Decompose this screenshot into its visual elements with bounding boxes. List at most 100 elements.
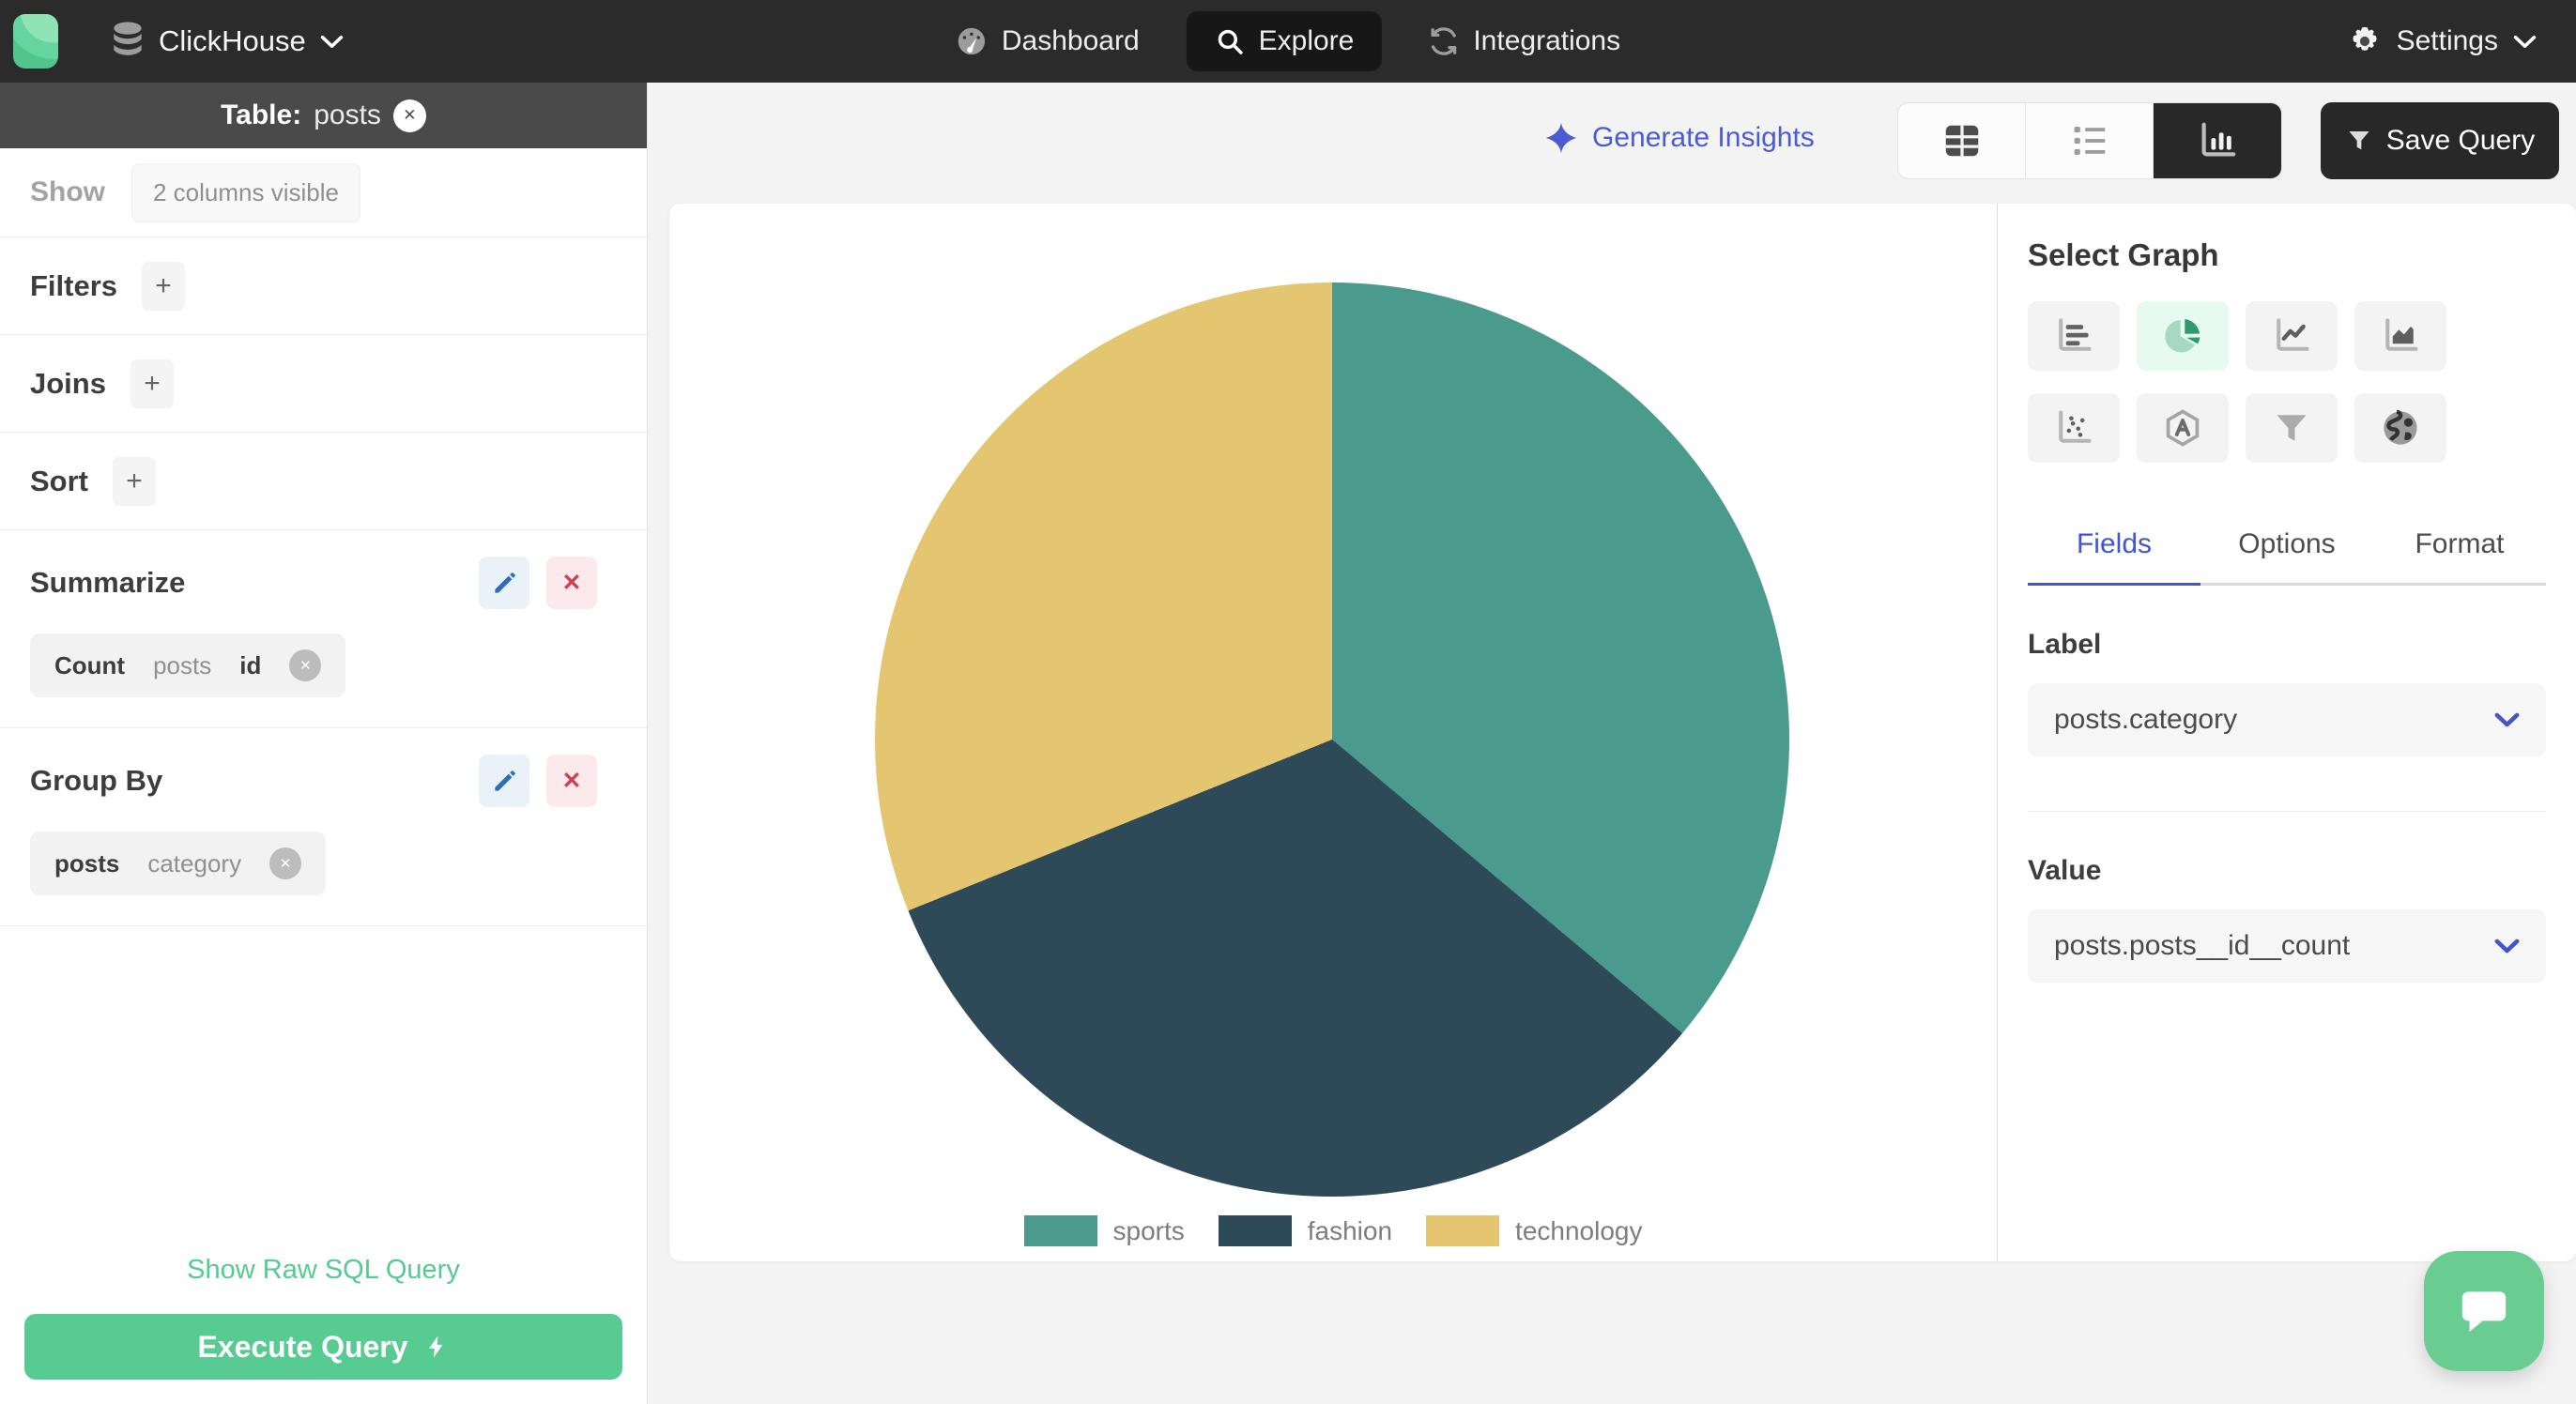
show-label: Show — [30, 176, 105, 207]
top-navbar: ClickHouse Dashboard Explore Integrations … — [0, 0, 2576, 83]
close-table-icon[interactable] — [392, 99, 426, 132]
sparkle-icon — [1544, 121, 1578, 155]
group-by-section: Group By posts category — [0, 728, 647, 926]
remove-summarize-chip-icon[interactable] — [289, 649, 322, 681]
tab-fields[interactable]: Fields — [2028, 528, 2200, 586]
app-logo[interactable] — [13, 14, 58, 69]
summarize-label: Summarize — [30, 566, 186, 599]
label-field-dropdown[interactable]: posts.category — [2028, 683, 2546, 756]
table-view-icon — [1940, 119, 1984, 162]
value-field-value: posts.posts__id__count — [2054, 930, 2351, 961]
table-name: posts — [314, 99, 381, 130]
graph-type-line-button[interactable] — [2246, 301, 2338, 371]
database-icon — [111, 21, 145, 62]
table-header: Table: posts — [0, 83, 647, 148]
chevron-down-icon — [2494, 712, 2520, 727]
chevron-down-icon — [2494, 939, 2520, 954]
select-graph-title: Select Graph — [2028, 237, 2219, 272]
view-toggle-list[interactable] — [2026, 103, 2154, 178]
view-toggle-chart[interactable] — [2154, 103, 2281, 178]
label-field-heading: Label — [2028, 629, 2102, 660]
group-by-chip: posts category — [30, 832, 327, 895]
legend-item-technology: technology — [1426, 1215, 1642, 1246]
summarize-field: id — [239, 650, 262, 679]
legend-label: fashion — [1307, 1215, 1393, 1245]
graph-type-funnel-button[interactable] — [2246, 393, 2338, 463]
geo-chart-icon — [2380, 407, 2421, 449]
main-nav: Dashboard Explore Integrations — [950, 0, 1626, 83]
graph-type-bar-button[interactable] — [2028, 301, 2120, 371]
nav-item-label: Dashboard — [1001, 25, 1140, 56]
graph-type-scatter-button[interactable] — [2028, 393, 2120, 463]
bar-chart-icon — [2053, 315, 2094, 357]
settings-label: Settings — [2396, 25, 2498, 56]
label-field-value: posts.category — [2054, 704, 2238, 735]
joins-section: Joins + — [0, 335, 647, 433]
summarize-section: Summarize Count posts id — [0, 530, 647, 728]
graph-type-area-button[interactable] — [2354, 301, 2446, 371]
funnel-chart-icon — [2271, 407, 2312, 449]
sort-label: Sort — [30, 464, 88, 497]
panel-tabs: Fields Options Format — [2028, 528, 2546, 586]
chart-view-icon — [2196, 119, 2239, 162]
nav-item-explore[interactable]: Explore — [1186, 11, 1383, 71]
nav-item-label: Integrations — [1473, 25, 1621, 56]
add-sort-button[interactable]: + — [113, 456, 156, 506]
settings-menu[interactable]: Settings — [2348, 0, 2537, 83]
chart-area: sports fashion technology — [669, 204, 1997, 1261]
database-selector[interactable]: ClickHouse — [111, 21, 344, 62]
edit-summarize-button[interactable] — [479, 557, 529, 609]
results-sheet: sports fashion technology Select Graph Fie… — [669, 204, 2576, 1261]
sort-section: Sort + — [0, 433, 647, 530]
save-query-button[interactable]: Save Query — [2321, 102, 2559, 179]
view-toggle-table[interactable] — [1898, 103, 2026, 178]
execute-query-button[interactable]: Execute Query — [24, 1314, 622, 1380]
nav-item-integrations[interactable]: Integrations — [1423, 11, 1626, 71]
add-filters-button[interactable]: + — [142, 261, 186, 311]
graph-type-pie-button[interactable] — [2137, 301, 2229, 371]
query-builder-sidebar: Table: posts Show 2 columns visible Filt… — [0, 83, 648, 1404]
graph-type-geo-button[interactable] — [2354, 393, 2446, 463]
tab-options[interactable]: Options — [2200, 528, 2373, 586]
filter-funnel-icon — [2345, 127, 2373, 155]
area-chart-icon — [2380, 315, 2421, 357]
chat-widget-button[interactable] — [2424, 1251, 2544, 1371]
delete-summarize-button[interactable] — [546, 557, 597, 609]
group-by-table: posts — [54, 848, 120, 878]
generate-insights-button[interactable]: Generate Insights — [1544, 121, 1815, 155]
dashboard-icon — [956, 25, 988, 57]
show-raw-sql-link[interactable]: Show Raw SQL Query — [0, 1255, 647, 1286]
columns-visible-chip[interactable]: 2 columns visible — [131, 162, 360, 222]
delete-group-by-button[interactable] — [546, 755, 597, 807]
legend-swatch — [1218, 1215, 1292, 1246]
line-chart-icon — [2271, 315, 2312, 357]
tab-format[interactable]: Format — [2373, 528, 2546, 586]
summarize-table: posts — [153, 650, 212, 679]
legend-swatch — [1023, 1215, 1097, 1246]
remove-group-by-chip-icon[interactable] — [269, 847, 302, 879]
save-query-label: Save Query — [2385, 125, 2536, 156]
filters-label: Filters — [30, 268, 118, 302]
generate-insights-label: Generate Insights — [1592, 122, 1815, 153]
gear-icon — [2348, 24, 2382, 58]
value-field-heading: Value — [2028, 855, 2102, 886]
add-joins-button[interactable]: + — [130, 359, 174, 408]
chevron-down-icon — [320, 35, 344, 49]
pie-chart-icon — [2161, 314, 2204, 358]
lightning-icon — [423, 1334, 450, 1360]
value-field-dropdown[interactable]: posts.posts__id__count — [2028, 909, 2546, 983]
filters-section: Filters + — [0, 237, 647, 335]
list-view-icon — [2068, 119, 2111, 162]
nav-item-dashboard[interactable]: Dashboard — [950, 11, 1145, 71]
search-icon — [1215, 26, 1245, 56]
chat-bubble-icon — [2455, 1282, 2513, 1340]
pencil-icon — [492, 769, 517, 794]
edit-group-by-button[interactable] — [479, 755, 529, 807]
legend-label: technology — [1515, 1215, 1643, 1245]
group-by-label: Group By — [30, 764, 163, 797]
graph-type-radar-button[interactable] — [2137, 393, 2229, 463]
summarize-chip: Count posts id — [30, 633, 346, 697]
scatter-chart-icon — [2053, 407, 2094, 449]
legend-item-sports: sports — [1023, 1215, 1185, 1246]
legend-label: sports — [1112, 1215, 1185, 1245]
